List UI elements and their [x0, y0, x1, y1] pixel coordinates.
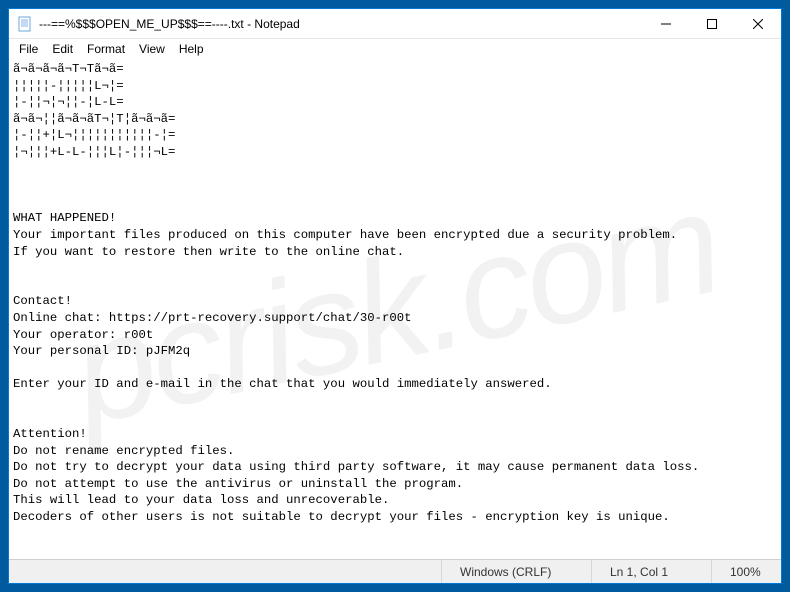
maximize-button[interactable]	[689, 9, 735, 38]
notepad-window: ---==%$$$OPEN_ME_UP$$$==----.txt - Notep…	[8, 8, 782, 584]
status-position: Ln 1, Col 1	[591, 560, 711, 583]
statusbar: Windows (CRLF) Ln 1, Col 1 100%	[9, 559, 781, 583]
status-encoding: Windows (CRLF)	[441, 560, 591, 583]
status-zoom: 100%	[711, 560, 781, 583]
minimize-button[interactable]	[643, 9, 689, 38]
close-button[interactable]	[735, 9, 781, 38]
menu-file[interactable]: File	[13, 41, 44, 57]
titlebar: ---==%$$$OPEN_ME_UP$$$==----.txt - Notep…	[9, 9, 781, 39]
menu-help[interactable]: Help	[173, 41, 210, 57]
window-controls	[643, 9, 781, 38]
text-area[interactable]: ã¬ã¬ã¬ã¬T¬Tã¬ã= ¦¦¦¦¦-¦¦¦¦¦L¬¦= ¦-¦¦¬¦¬¦…	[9, 59, 781, 559]
notepad-icon	[17, 16, 33, 32]
menu-view[interactable]: View	[133, 41, 171, 57]
menubar: File Edit Format View Help	[9, 39, 781, 59]
document-text: ã¬ã¬ã¬ã¬T¬Tã¬ã= ¦¦¦¦¦-¦¦¦¦¦L¬¦= ¦-¦¦¬¦¬¦…	[13, 62, 699, 524]
menu-edit[interactable]: Edit	[46, 41, 79, 57]
window-title: ---==%$$$OPEN_ME_UP$$$==----.txt - Notep…	[39, 17, 643, 31]
menu-format[interactable]: Format	[81, 41, 131, 57]
